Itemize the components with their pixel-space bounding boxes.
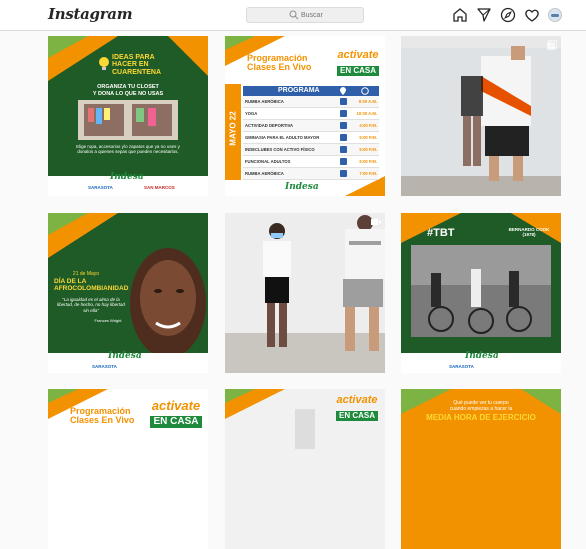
tbt-tag: #TBT <box>427 227 455 239</box>
indesa-logo: Indesa <box>108 351 142 361</box>
title-line-2: Clases En Vivo <box>247 62 312 73</box>
post-background-shapes <box>48 213 208 373</box>
location-pin-icon <box>340 87 346 95</box>
quote-author: Frances Wright <box>94 318 122 323</box>
schedule-time: 5:00 P.M. <box>359 135 377 140</box>
subtitle-line-1: ORGANIZA TU CLOSET <box>97 84 159 90</box>
en-casa-badge: EN CASA <box>336 66 379 76</box>
schedule-activity: YOGA <box>245 111 258 116</box>
schedule-time: 10:00 A.M. <box>356 111 377 116</box>
post-ideas-cuarentena[interactable]: IDEAS PARA HACER EN CUARENTENA ORGANIZA … <box>48 36 208 196</box>
post-afrocolombianidad[interactable]: 21 de Mayo DÍA DE LA AFROCOLOMBIANIDAD "… <box>48 213 208 373</box>
post-programacion-clases[interactable]: Programación Clases En Vivo activate EN … <box>225 36 385 196</box>
post-body-text: Elige ropa, accesorios y/o zapatos que y… <box>76 144 180 155</box>
schedule-row: ACTIVIDAD DEPORTIVA 4:00 P.M. <box>243 120 379 132</box>
activate-badge-text: activate <box>337 49 379 61</box>
quote-text: "La igualdad es el alma de la libertad, … <box>57 297 125 313</box>
date-label: MAYO 22 <box>228 111 238 146</box>
schedule-row: RUMBA AERÓBICA 9:00 A.M. <box>243 96 379 108</box>
facebook-live-icon <box>340 98 347 105</box>
post-media-hora-ejercicio[interactable]: Qué puede ver tu cuerpo cuando empiezas … <box>401 389 561 549</box>
search-box[interactable] <box>246 7 364 23</box>
schedule-row: RUMBA AERÓBICA 7:00 P.M. <box>243 168 379 180</box>
schedule-activity: ACTIVIDAD DEPORTIVA <box>245 123 294 128</box>
title-line-2: HACER EN <box>112 61 149 69</box>
text-line-3: MEDIA HORA DE EJERCICIO <box>426 412 536 422</box>
schedule-time: 7:00 P.M. <box>359 171 377 176</box>
schedule-activity: RUMBA AERÓBICA <box>245 171 284 176</box>
subtitle-line-2: Y DONA LO QUE NO USAS <box>92 90 164 97</box>
date-band: MAYO 22 <box>225 84 241 180</box>
explore-icon[interactable] <box>500 7 516 23</box>
top-nav-bar: Instagram <box>0 0 586 31</box>
en-casa-badge: EN CASA <box>150 416 202 428</box>
post-activate-en-casa[interactable]: activate EN CASA <box>225 389 385 549</box>
lightbulb-icon <box>99 57 109 70</box>
schedule-header-label: PROGRAMA <box>278 87 320 94</box>
schedule-row: FUNCIONAL ADULTOS 6:00 P.M. <box>243 156 379 168</box>
caption-line-2: (1978) <box>522 232 536 238</box>
carousel-icon <box>547 40 557 50</box>
posts-grid: IDEAS PARA HACER EN CUARENTENA ORGANIZA … <box>0 30 586 549</box>
facebook-live-icon <box>340 158 347 165</box>
direct-icon[interactable] <box>476 7 492 23</box>
avatar[interactable] <box>548 8 562 22</box>
heart-icon[interactable] <box>524 7 540 23</box>
search-icon <box>289 10 299 20</box>
post-photo-two-people[interactable] <box>225 213 385 373</box>
sarasota-logo: SARASOTA <box>88 185 113 190</box>
en-casa-badge: EN CASA <box>335 411 378 421</box>
schedule-time: 4:00 P.M. <box>359 123 377 128</box>
title-line-3: CUARENTENA <box>112 68 161 76</box>
activate-badge-text: activate <box>336 394 378 406</box>
schedule-activity: FUNCIONAL ADULTOS <box>245 159 291 164</box>
title-line-2: Clases En Vivo <box>70 415 135 426</box>
schedule-time: 5:00 P.M. <box>359 147 377 152</box>
post-programacion-clases-2[interactable]: Programación Clases En Vivo activate EN … <box>48 389 208 549</box>
schedule-time: 6:00 P.M. <box>359 159 377 164</box>
post-photo-athlete[interactable] <box>401 36 561 196</box>
facebook-live-icon <box>340 134 347 141</box>
schedule-activity: INDECLUBES CON ACTIVO FÍSICO <box>245 147 315 152</box>
video-icon <box>371 219 381 225</box>
indesa-logo: Indesa <box>465 351 499 361</box>
title-line-1: IDEAS PARA <box>112 54 155 61</box>
facebook-live-icon <box>340 122 347 129</box>
search-input[interactable] <box>301 8 361 22</box>
schedule-header: PROGRAMA <box>243 86 379 96</box>
schedule-table: RUMBA AERÓBICA 9:00 A.M. YOGA 10:00 A.M. ACT… <box>243 96 379 180</box>
activate-badge-text: activate <box>151 398 201 413</box>
schedule-time: 9:00 A.M. <box>358 99 377 104</box>
home-icon[interactable] <box>452 7 468 23</box>
schedule-activity: GIMNASIA PARA EL ADULTO MAYOR <box>245 135 320 140</box>
closet-illustration <box>78 100 178 140</box>
sarasota-logo: SARASOTA <box>449 364 474 369</box>
indesa-logo: Indesa <box>110 172 144 182</box>
schedule-row: GIMNASIA PARA EL ADULTO MAYOR 5:00 P.M. <box>243 132 379 144</box>
sarasota-logo: SARASOTA <box>92 364 117 369</box>
date-text: 21 de Mayo <box>72 271 100 277</box>
schedule-activity: RUMBA AERÓBICA <box>245 99 284 104</box>
post-tbt-bernardo-cook[interactable]: #TBT BERNARDO COOK (1978) Indesa SARASOT… <box>401 213 561 373</box>
instagram-logo[interactable]: Instagram <box>48 5 133 23</box>
two-people-photo <box>225 213 385 373</box>
facebook-live-icon <box>340 146 347 153</box>
schedule-row: INDECLUBES CON ACTIVO FÍSICO 5:00 P.M. <box>243 144 379 156</box>
clock-icon <box>361 87 369 95</box>
indesa-logo: Indesa <box>285 182 319 192</box>
athlete-photo <box>401 36 561 196</box>
title-line-2: AFROCOLOMBIANIDAD <box>54 284 129 292</box>
facebook-live-icon <box>340 110 347 117</box>
schedule-row: YOGA 10:00 A.M. <box>243 108 379 120</box>
san-marcos-logo: SAN MARCOS <box>144 185 175 190</box>
facebook-live-icon <box>340 170 347 177</box>
